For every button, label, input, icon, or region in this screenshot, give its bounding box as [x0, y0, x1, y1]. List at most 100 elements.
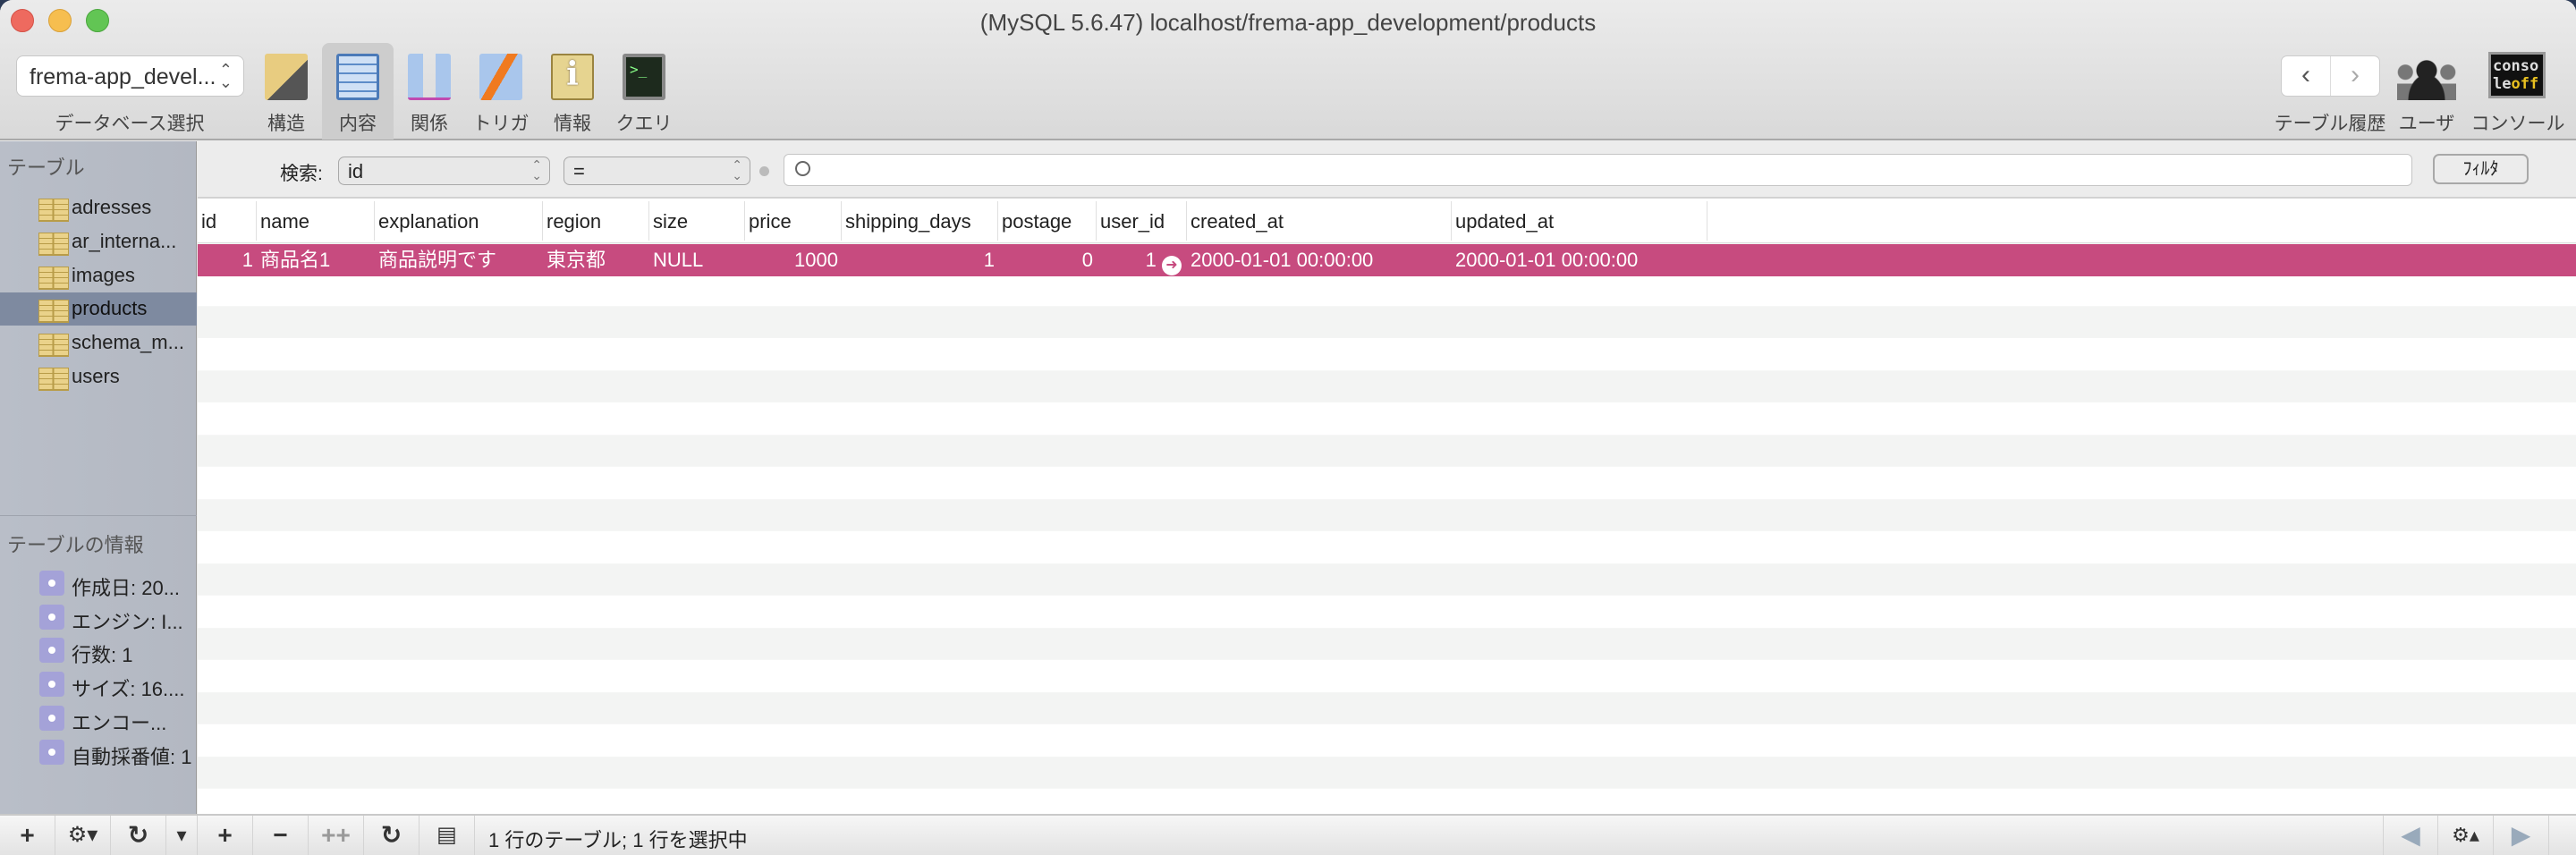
- content-table[interactable]: id name explanation region size price sh…: [198, 199, 2576, 814]
- table-history-label: テーブル履歴: [2274, 114, 2386, 134]
- cell-price[interactable]: 1000: [745, 244, 842, 276]
- column-header-created-at[interactable]: created_at: [1187, 201, 1452, 241]
- users-label: ユーザ: [2398, 114, 2455, 134]
- cell-shipping-days[interactable]: 1: [842, 244, 998, 276]
- tab-triggers[interactable]: トリガ: [465, 43, 537, 140]
- delete-row-button[interactable]: −: [253, 816, 309, 855]
- console-icon-text-2: leoff: [2493, 75, 2539, 93]
- filter-button[interactable]: ﾌｨﾙﾀ: [2433, 154, 2529, 184]
- table-info-heading: テーブルの情報: [7, 534, 144, 556]
- refresh-tables-button[interactable]: ↻: [111, 816, 166, 855]
- chevron-updown-icon: ⌃ ⌄: [732, 157, 742, 182]
- cell-id[interactable]: 1: [198, 244, 257, 276]
- console-button[interactable]: conso leoff: [2488, 52, 2546, 98]
- table-icon: [38, 267, 69, 290]
- column-header-updated-at[interactable]: updated_at: [1452, 201, 1707, 241]
- cell-region[interactable]: 東京都: [543, 244, 649, 276]
- console-label: コンソール: [2470, 114, 2565, 134]
- row-details-button[interactable]: ▤: [419, 816, 475, 855]
- duplicate-row-button[interactable]: ++: [309, 816, 364, 855]
- cell-updated-at[interactable]: 2000-01-01 00:00:00: [1452, 244, 1707, 276]
- window-title: (MySQL 5.6.47) localhost/frema-app_devel…: [979, 9, 1597, 36]
- filter-bar: 検索: id ⌃ ⌄ = ⌃ ⌄ ﾌｨﾙﾀ: [198, 141, 2576, 199]
- info-auto-increment: 自動採番値: 1: [0, 737, 197, 770]
- table-name: users: [72, 365, 120, 387]
- table-history-nav: ‹ ›: [2281, 55, 2380, 97]
- toggle-sidebar-button[interactable]: ▾: [166, 816, 198, 855]
- chevron-updown-icon: ⌃ ⌄: [531, 157, 542, 182]
- tab-info[interactable]: i 情報: [537, 43, 608, 140]
- cell-user-id[interactable]: 1 ➜: [1097, 244, 1187, 276]
- back-button[interactable]: ‹: [2282, 56, 2330, 96]
- tab-query[interactable]: >_ クエリ: [608, 43, 680, 140]
- column-header-shipping-days[interactable]: shipping_days: [842, 201, 998, 241]
- column-header-postage[interactable]: postage: [998, 201, 1097, 241]
- table-row-selected[interactable]: 1 商品名1 商品説明です 東京都 NULL 1000 1 0 1 ➜ 2000…: [198, 244, 2576, 276]
- forward-button[interactable]: ›: [2330, 56, 2379, 96]
- tab-structure[interactable]: 構造: [250, 43, 322, 140]
- cell-name[interactable]: 商品名1: [257, 244, 375, 276]
- info-created: 作成日: 20...: [0, 568, 197, 601]
- filter-status-dot-icon: [759, 166, 769, 176]
- column-header-explanation[interactable]: explanation: [375, 201, 543, 241]
- foreign-key-arrow-icon[interactable]: ➜: [1162, 256, 1182, 275]
- tab-relations[interactable]: 関係: [394, 43, 465, 140]
- next-page-button[interactable]: ▶: [2494, 816, 2549, 855]
- previous-page-button[interactable]: ◀: [2383, 816, 2438, 855]
- info-engine: エンジン: I...: [0, 602, 197, 635]
- tab-label: トリガ: [472, 114, 530, 134]
- cell-postage[interactable]: 0: [998, 244, 1097, 276]
- tables-heading: テーブル: [7, 157, 85, 179]
- info-encoding: エンコー...: [0, 703, 197, 736]
- column-header-region[interactable]: region: [543, 201, 649, 241]
- table-icon: [38, 334, 69, 357]
- cell-explanation[interactable]: 商品説明です: [375, 244, 543, 276]
- tab-label: 情報: [554, 114, 591, 134]
- table-name: products: [72, 297, 148, 319]
- gear-icon: ⚙▴: [2452, 824, 2479, 846]
- filter-field-select[interactable]: id ⌃ ⌄: [338, 157, 550, 185]
- cell-created-at[interactable]: 2000-01-01 00:00:00: [1187, 244, 1452, 276]
- table-name: ar_interna...: [72, 230, 177, 252]
- sidebar: テーブル adresses ar_interna... images produ…: [0, 141, 197, 814]
- structure-icon: [265, 54, 308, 100]
- users-button[interactable]: [2397, 59, 2456, 100]
- database-select-value: frema-app_devel...: [30, 64, 216, 89]
- refresh-content-button[interactable]: ↻: [364, 816, 419, 855]
- app-window: (MySQL 5.6.47) localhost/frema-app_devel…: [0, 0, 2576, 855]
- table-name: adresses: [72, 196, 152, 218]
- table-header: id name explanation region size price sh…: [198, 199, 2576, 243]
- pagination-settings-button[interactable]: ⚙▴: [2438, 816, 2494, 855]
- sidebar-table-users[interactable]: users: [0, 360, 197, 394]
- search-input[interactable]: [784, 154, 2412, 186]
- info-bullet-icon: [39, 740, 64, 765]
- sidebar-table-ar-internal[interactable]: ar_interna...: [0, 225, 197, 258]
- table-icon: [38, 300, 69, 323]
- sidebar-table-images[interactable]: images: [0, 259, 197, 292]
- search-label: 検索:: [280, 164, 323, 184]
- add-row-button[interactable]: +: [198, 816, 253, 855]
- column-header-name[interactable]: name: [257, 201, 375, 241]
- tab-label: 関係: [411, 114, 448, 134]
- info-bullet-icon: [39, 638, 64, 663]
- filter-operator-select[interactable]: = ⌃ ⌄: [564, 157, 750, 185]
- sidebar-table-schema-migrations[interactable]: schema_m...: [0, 326, 197, 360]
- database-select[interactable]: frema-app_devel... ⌃ ⌄: [16, 55, 244, 97]
- column-header-price[interactable]: price: [745, 201, 842, 241]
- column-header-size[interactable]: size: [649, 201, 745, 241]
- document-icon: ▤: [436, 823, 457, 847]
- column-header-id[interactable]: id: [198, 201, 257, 241]
- table-name: images: [72, 264, 135, 286]
- table-actions-gear-button[interactable]: ⚙▾: [55, 816, 111, 855]
- add-table-button[interactable]: +: [0, 816, 55, 855]
- refresh-icon: ↻: [380, 821, 402, 849]
- cell-size[interactable]: NULL: [649, 244, 745, 276]
- sidebar-table-adresses[interactable]: adresses: [0, 191, 197, 224]
- sidebar-table-products[interactable]: products: [0, 292, 197, 326]
- column-header-user-id[interactable]: user_id: [1097, 201, 1187, 241]
- tab-content[interactable]: 内容: [322, 43, 394, 140]
- users-icon: [2397, 59, 2456, 100]
- info-icon: i: [551, 54, 594, 100]
- info-size: サイズ: 16....: [0, 669, 197, 702]
- sidebar-divider[interactable]: [0, 515, 197, 516]
